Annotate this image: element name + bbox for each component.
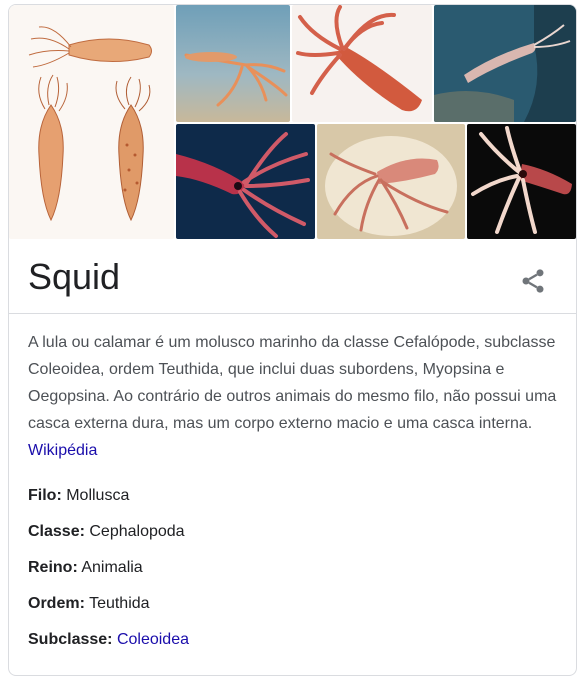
entity-title: Squid (28, 256, 121, 297)
description-text: A lula ou calamar é um molusco marinho d… (28, 334, 557, 432)
fact-label: Subclasse: (28, 631, 113, 648)
fact-row: Ordem: Teuthida (28, 592, 563, 628)
fact-value: Cephalopoda (89, 523, 185, 540)
squid-illustration-image[interactable] (9, 5, 174, 239)
wikipedia-source-link[interactable]: Wikipédia (28, 442, 97, 459)
fact-label: Ordem: (28, 595, 85, 612)
fact-value: Animalia (81, 559, 143, 576)
knowledge-panel: Squid A lula ou calamar é um molusco mar… (8, 4, 577, 676)
squid-black-background-image[interactable] (467, 124, 576, 239)
fact-row: Filo: Mollusca (28, 484, 563, 520)
share-icon[interactable] (519, 267, 547, 295)
image-gallery (9, 5, 576, 241)
squid-ocean-image[interactable] (434, 5, 576, 122)
fact-label: Reino: (28, 559, 78, 576)
fact-label: Filo: (28, 487, 62, 504)
entity-header: Squid (9, 241, 576, 314)
fact-row: Reino: Animalia (28, 556, 563, 592)
fact-value: Mollusca (66, 487, 130, 504)
squid-white-background-image[interactable] (292, 5, 432, 122)
entity-description: A lula ou calamar é um molusco marinho d… (28, 329, 563, 464)
fact-value: Teuthida (89, 595, 150, 612)
squid-on-plate-image[interactable] (317, 124, 465, 239)
squid-dark-water-image[interactable] (176, 124, 315, 239)
facts-list: Filo: Mollusca Classe: Cephalopoda Reino… (28, 484, 563, 664)
squid-aquarium-image[interactable] (176, 5, 290, 122)
fact-row: Classe: Cephalopoda (28, 520, 563, 556)
fact-value-link[interactable]: Coleoidea (117, 631, 189, 648)
fact-label: Classe: (28, 523, 85, 540)
fact-row: Subclasse: Coleoidea (28, 628, 563, 664)
